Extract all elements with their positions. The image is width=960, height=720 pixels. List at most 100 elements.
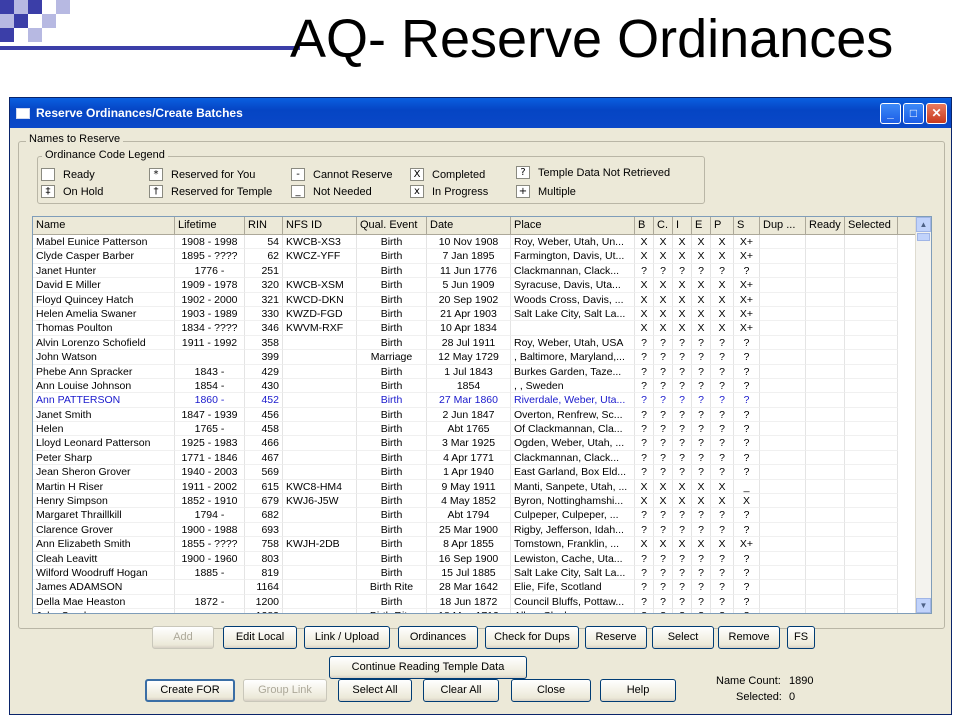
table-row[interactable]: Ann Louise Johnson 1854 -430 Birth 1854, , … [33,378,931,394]
column-header[interactable]: NFS ID [283,217,357,234]
table-cell: ? [654,393,673,408]
select-all-button[interactable]: Select All [338,679,412,702]
table-row[interactable]: John Watson 399 Marriage 12 May 1729, Balti… [33,350,931,365]
table-row[interactable]: David E Miller 1909 - 1978 320 KWCB-XSM Birt… [33,278,931,293]
column-header[interactable]: Ready [806,217,845,234]
close-window-button[interactable]: ✕ [926,102,947,124]
table-cell [806,321,845,336]
table-row[interactable]: Thomas Poulton 1834 - ???? 346 KWVM-RXF Birt… [33,321,931,336]
group-link-button[interactable]: Group Link [243,679,327,702]
check-for-dups-button[interactable]: Check for Dups [485,626,579,649]
column-header[interactable]: S [734,217,760,234]
column-header[interactable]: Lifetime [175,217,245,234]
table-row[interactable]: Ann PATTERSON 1860 -452 Birth 27 Mar 1860 Ri… [33,393,931,408]
table-cell [760,249,806,264]
column-header[interactable]: RIN [245,217,283,234]
scroll-thumb[interactable] [917,233,930,241]
table-row[interactable]: Mabel Eunice Patterson 1908 - 1998 54 KWCB-… [33,235,931,250]
table-cell: X [692,494,711,509]
table-row[interactable]: Lloyd Leonard Patterson 1925 - 1983 466 Bir… [33,436,931,451]
column-header[interactable]: I [673,217,692,234]
column-header[interactable]: Dup ... [760,217,806,234]
scroll-up-icon[interactable]: ▲ [916,217,931,232]
table-cell: ? [654,407,673,423]
table-cell: Alvin Lorenzo Schofield [33,335,175,351]
table-row[interactable]: Helen Amelia Swaner 1903 - 1989 330 KWZD-FG… [33,306,931,322]
table-cell [760,263,806,279]
table-cell: Martin H Riser [33,479,175,495]
table-row[interactable]: Alvin Lorenzo Schofield 1911 - 1992 358 Bir… [33,335,931,351]
table-cell [760,609,806,613]
column-header[interactable]: C. [654,217,673,234]
create-for-button[interactable]: Create FOR [145,679,235,702]
add-button[interactable]: Add [152,626,214,649]
column-header[interactable]: P [711,217,734,234]
slide-header: AQ- Reserve Ordinances [0,0,960,90]
table-row[interactable]: Ann Elizabeth Smith 1855 - ???? 758 KWJH-2D… [33,537,931,552]
names-grid[interactable]: Name Lifetime RIN NFS ID Qual. Event Date Plac… [32,216,932,614]
clear-all-button[interactable]: Clear All [423,679,499,702]
column-header[interactable]: Selected [845,217,898,234]
table-row[interactable]: Phebe Ann Spracker 1843 -429 Birth 1 Jul 18… [33,364,931,379]
remove-button[interactable]: Remove [718,626,780,649]
table-row[interactable]: Wilford Woodruff Hogan 1885 -819 Birth 15 J… [33,565,931,581]
table-cell [845,494,898,509]
table-row[interactable]: James ADAMSON 1164 Birth Rite 28 Mar 1642 El… [33,580,931,595]
table-row[interactable]: Peter Sharp 1771 - 1846 467 Birth 4 Apr 1771… [33,450,931,466]
table-row[interactable]: Clyde Casper Barber 1895 - ???? 62 KWCZ-YFF… [33,249,931,264]
select-button[interactable]: Select [652,626,714,649]
table-row[interactable]: Helen 1765 -458 Birth Abt 1765 Of Clackmanna… [33,422,931,437]
table-cell: KWJ6-J5W [283,494,357,509]
table-cell: 1 Apr 1940 [427,465,511,480]
close-button[interactable]: Close [511,679,591,702]
table-cell: X [654,537,673,552]
title-bar[interactable]: Reserve Ordinances/Create Batches _ □ ✕ [10,98,951,128]
table-cell: X [673,479,692,495]
edit-local-button[interactable]: Edit Local [223,626,297,649]
column-header[interactable]: Qual. Event [357,217,427,234]
column-header[interactable]: Date [427,217,511,234]
table-row[interactable]: John Snadon 1283 Birth Rite18 May 1712Allo… [33,609,931,613]
help-button[interactable]: Help [600,679,676,702]
table-row[interactable]: Martin H Riser 1911 - 2002 615 KWC8-HM4 Birt… [33,479,931,495]
table-row[interactable]: Henry Simpson 1852 - 1910 679 KWJ6-J5W Birth… [33,494,931,509]
column-header[interactable]: E [692,217,711,234]
fs-button[interactable]: FS [787,626,815,649]
table-cell [806,350,845,365]
table-cell: ? [654,436,673,451]
column-header[interactable]: Place [511,217,635,234]
table-cell: X [654,494,673,509]
table-cell [175,350,245,365]
table-row[interactable]: Janet Smith 1847 - 1939 456 Birth 2 Jun 1847… [33,407,931,423]
table-row[interactable]: Margaret Thraillkill 1794 -682 Birth Abt 17… [33,508,931,523]
link-upload-button[interactable]: Link / Upload [304,626,390,649]
table-cell: ? [635,565,654,581]
maximize-button[interactable]: □ [903,102,924,124]
table-row[interactable]: Floyd Quincey Hatch 1902 - 2000 321 KWCD-DK… [33,292,931,307]
table-row[interactable]: Cleah Leavitt 1900 - 1960 803 Birth 16 Sep 1… [33,551,931,566]
table-cell [806,465,845,480]
table-cell [806,565,845,581]
table-cell [806,450,845,466]
table-cell [283,263,357,279]
column-header[interactable]: Name [33,217,175,234]
table-row[interactable]: Clarence Grover 1900 - 1988 693 Birth 25 Mar… [33,522,931,538]
ordinances-button[interactable]: Ordinances [398,626,478,649]
continue-reading-temple-data-button[interactable]: Continue Reading Temple Data [329,656,527,679]
table-cell: ? [711,364,734,379]
vertical-scrollbar[interactable]: ▲ ▼ [915,217,931,613]
table-row[interactable]: Jean Sheron Grover 1940 - 2003 569 Birth 1 A… [33,465,931,480]
scroll-down-icon[interactable]: ▼ [916,598,931,613]
table-row[interactable]: Della Mae Heaston 1872 -1200 Birth 18 Jun 1… [33,594,931,610]
table-row[interactable]: Janet Hunter 1776 -251 Birth 11 Jun 1776 Cla… [33,263,931,279]
table-cell: ? [734,522,760,538]
column-header[interactable]: B [635,217,654,234]
table-cell: Helen [33,422,175,437]
table-cell: ? [711,335,734,351]
table-cell: Floyd Quincey Hatch [33,292,175,307]
table-cell: Overton, Renfrew, Sc... [511,407,635,423]
table-cell [806,537,845,552]
minimize-button[interactable]: _ [880,102,901,124]
reserve-button[interactable]: Reserve [585,626,647,649]
table-cell: 1895 - ???? [175,249,245,264]
